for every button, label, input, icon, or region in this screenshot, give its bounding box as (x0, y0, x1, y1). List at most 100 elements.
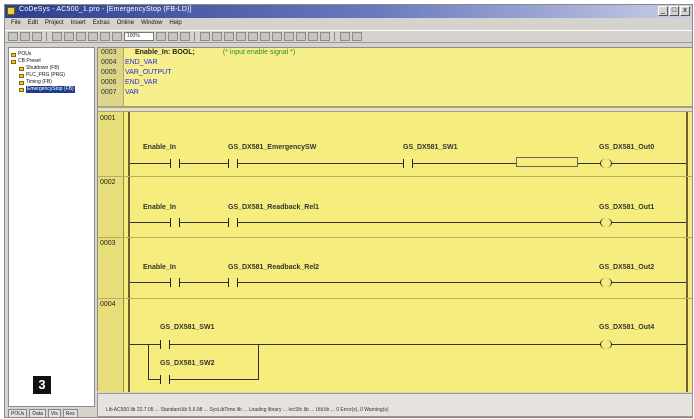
zoom-in-icon[interactable] (340, 32, 350, 41)
line-number: 0007 (101, 89, 117, 96)
logout-icon[interactable] (64, 32, 74, 41)
network-number: 0002 (100, 179, 116, 186)
menu-help[interactable]: Help (169, 18, 181, 29)
network-icon[interactable] (248, 32, 258, 41)
toolbar: 100% (5, 30, 692, 43)
zoom-select[interactable]: 100% (124, 32, 154, 41)
message-window: Lib AC500.lib 22.7.05 ... Standard.lib 5… (97, 393, 693, 417)
decl-code: VAR (124, 89, 139, 96)
tab-pous[interactable]: POUs (8, 409, 28, 418)
tree-item-label: PLC_PRG (PRG) (26, 72, 65, 78)
figure-number-badge: 3 (33, 376, 51, 394)
tree-item-shutdown[interactable]: Shutdown (FB) (11, 65, 75, 72)
line-number: 0003 (101, 49, 117, 56)
decl-code: Enable_In: BOOL; (134, 49, 195, 56)
step-icon[interactable] (100, 32, 110, 41)
decl-code: VAR_OUTPUT (124, 69, 172, 76)
network-gutter (98, 112, 124, 392)
decl-comment: (* input enable signal *) (222, 49, 296, 56)
save-icon[interactable] (32, 32, 42, 41)
set-icon[interactable] (272, 32, 282, 41)
login-icon[interactable] (52, 32, 62, 41)
cut-icon[interactable] (156, 32, 166, 41)
toolbar-separator (194, 32, 196, 41)
pou-icon (19, 80, 24, 85)
contact-label: Enable_In (143, 144, 177, 151)
contact-icon[interactable] (200, 32, 210, 41)
menu-edit[interactable]: Edit (28, 18, 38, 29)
return-icon[interactable] (308, 32, 318, 41)
tab-res[interactable]: Res (62, 409, 78, 418)
breakpoint-icon[interactable] (112, 32, 122, 41)
ladder-editor: 0003 Enable_In: BOOL; (* input enable si… (97, 47, 693, 392)
line-number: 0006 (101, 79, 117, 86)
menu-file[interactable]: File (11, 18, 21, 29)
tree-item-emergencystop[interactable]: EmergencyStop (FB) (11, 86, 75, 93)
reset-icon[interactable] (284, 32, 294, 41)
contact[interactable] (170, 218, 180, 227)
tab-data[interactable]: Data (29, 409, 46, 418)
jump-icon[interactable] (296, 32, 306, 41)
coil[interactable] (600, 218, 612, 227)
comment-icon[interactable] (320, 32, 330, 41)
coil[interactable] (600, 278, 612, 287)
menu-insert[interactable]: Insert (71, 18, 86, 29)
pou-icon (19, 66, 24, 71)
contact-label: GS_DX581_Readback_Rel2 (228, 264, 320, 271)
branch-wire (148, 344, 149, 380)
window-title: CoDeSys - AC500_1.pro - [EmergencyStop (… (19, 6, 192, 13)
contact[interactable] (170, 159, 180, 168)
negate-icon[interactable] (260, 32, 270, 41)
contact[interactable] (160, 340, 170, 349)
maximize-button[interactable]: □ (669, 6, 679, 16)
left-power-rail (128, 112, 130, 392)
tree-item-label: EmergencyStop (FB) (26, 86, 75, 93)
stop-icon[interactable] (88, 32, 98, 41)
empty-box[interactable] (516, 157, 578, 167)
contact[interactable] (403, 159, 413, 168)
menu-window[interactable]: Window (141, 18, 162, 29)
run-icon[interactable] (76, 32, 86, 41)
contact-label: GS_DX581_SW1 (403, 144, 458, 151)
declaration-pane[interactable]: 0003 Enable_In: BOOL; (* input enable si… (98, 48, 692, 108)
contact[interactable] (228, 278, 238, 287)
contact-label: GS_DX581_SW1 (160, 324, 215, 331)
zoom-out-icon[interactable] (352, 32, 362, 41)
network-separator (98, 176, 692, 177)
ladder-pane[interactable]: 0001 Enable_In GS_DX581_EmergencySW GS_D… (98, 112, 692, 392)
contact[interactable] (170, 278, 180, 287)
coil[interactable] (600, 159, 612, 168)
contact-label: Enable_In (143, 204, 177, 211)
menu-extras[interactable]: Extras (93, 18, 110, 29)
tree-item-timing[interactable]: Timing (FB) (11, 79, 75, 86)
open-file-icon[interactable] (20, 32, 30, 41)
decl-line: 0006 END_VAR (101, 78, 158, 88)
decl-line: 0007 VAR (101, 88, 139, 98)
tree-item-pous[interactable]: POUs (11, 51, 75, 58)
minimize-button[interactable]: _ (658, 6, 668, 16)
box-icon[interactable] (236, 32, 246, 41)
toolbar-separator (46, 32, 48, 41)
window-controls: _ □ x (658, 6, 690, 16)
tree-item-plc-prg[interactable]: PLC_PRG (PRG) (11, 72, 75, 79)
tree-item-label: CB Preset (18, 58, 41, 64)
parallel-contact-icon[interactable] (212, 32, 222, 41)
contact[interactable] (160, 375, 170, 384)
contact[interactable] (228, 159, 238, 168)
menu-project[interactable]: Project (45, 18, 64, 29)
contact[interactable] (228, 218, 238, 227)
tree-item-cb-preset[interactable]: CB Preset (11, 58, 75, 65)
contact-label: Enable_In (143, 264, 177, 271)
title-bar[interactable]: CoDeSys - AC500_1.pro - [EmergencyStop (… (5, 5, 692, 18)
branch-wire (170, 379, 258, 380)
tab-vis[interactable]: Vis (47, 409, 61, 418)
copy-icon[interactable] (168, 32, 178, 41)
toolbar-separator (334, 32, 336, 41)
coil[interactable] (600, 340, 612, 349)
new-file-icon[interactable] (8, 32, 18, 41)
close-button[interactable]: x (680, 6, 690, 16)
paste-icon[interactable] (180, 32, 190, 41)
menu-online[interactable]: Online (117, 18, 134, 29)
coil-label: GS_DX581_Out1 (599, 204, 655, 211)
coil-icon[interactable] (224, 32, 234, 41)
